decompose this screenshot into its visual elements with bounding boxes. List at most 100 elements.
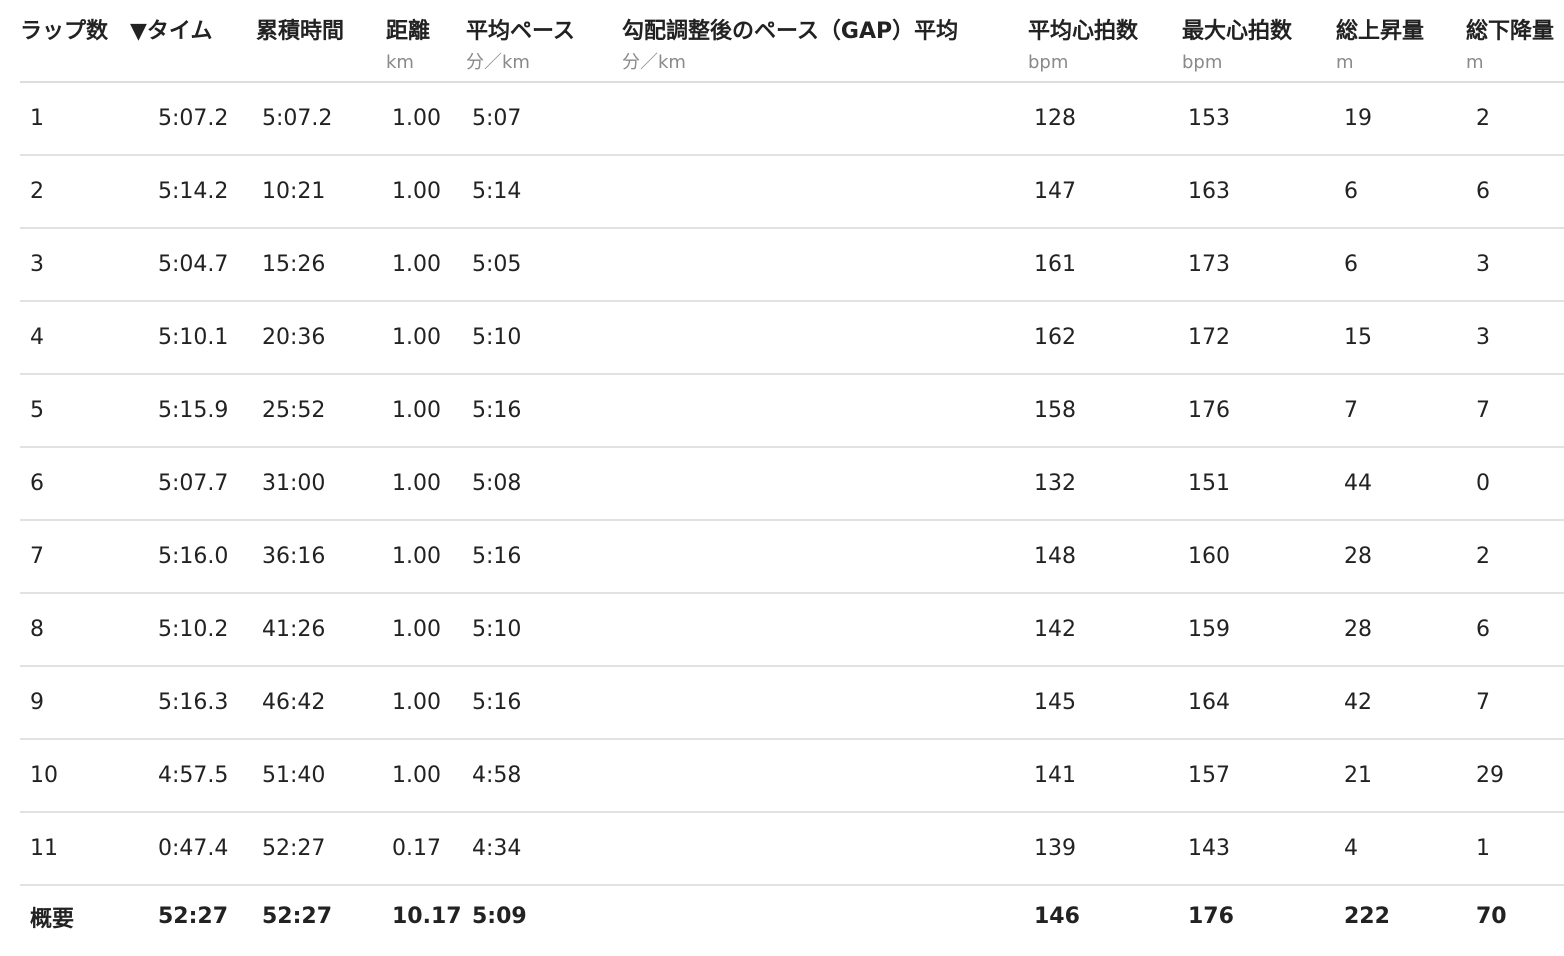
descent-cell: 29 <box>1466 739 1564 813</box>
avg-hr-cell: 148 <box>1028 520 1182 594</box>
avg-hr-cell: 142 <box>1028 593 1182 667</box>
gap-pace-cell <box>622 520 1028 594</box>
column-header-title: 平均ペース <box>466 19 575 44</box>
time-cell: 5:07.7 <box>130 447 256 521</box>
descent-cell: 2 <box>1466 520 1564 594</box>
max-hr-cell: 176 <box>1188 904 1234 929</box>
max-hr-cell: 172 <box>1182 301 1336 375</box>
lap-cell: 概要 <box>30 906 75 932</box>
ascent-cell: 19 <box>1336 82 1466 156</box>
summary-row[interactable]: 概要 52:27 52:27 10.17 5:09 146 176 222 70 <box>20 885 1564 947</box>
gap-pace-cell <box>622 885 1028 947</box>
max-hr-cell: 164 <box>1182 666 1336 740</box>
gap-pace-cell <box>622 447 1028 521</box>
total-time-cell: 51:40 <box>256 739 386 813</box>
distance-cell: 1.00 <box>386 593 466 667</box>
distance-cell: 1.00 <box>386 447 466 521</box>
table-row[interactable]: 9 5:16.3 46:42 1.00 5:16 145 164 42 7 <box>20 666 1564 740</box>
column-header-title: 平均心拍数 <box>1028 19 1139 44</box>
max-hr-cell: 173 <box>1182 228 1336 302</box>
column-header-unit: bpm <box>1028 52 1069 73</box>
lap-cell: 6 <box>20 447 130 521</box>
time-cell: 0:47.4 <box>130 812 256 886</box>
avg-pace-cell: 5:16 <box>466 666 622 740</box>
laps-table: ラップ数 ▼タイム 累積時間 距離 km 平均ペース 分／km 勾配調整後のペース（GAP）平… <box>20 0 1564 947</box>
table-row[interactable]: 3 5:04.7 15:26 1.00 5:05 161 173 6 3 <box>20 228 1564 302</box>
column-header-title: ▼タイム <box>130 19 213 44</box>
ascent-cell: 28 <box>1336 593 1466 667</box>
column-header-title: 最大心拍数 <box>1182 19 1293 44</box>
table-row[interactable]: 1 5:07.2 5:07.2 1.00 5:07 128 153 19 2 <box>20 82 1564 156</box>
table-row[interactable]: 2 5:14.2 10:21 1.00 5:14 147 163 6 6 <box>20 155 1564 229</box>
column-header-total-descent[interactable]: 総下降量 m <box>1466 0 1564 83</box>
table-row[interactable]: 8 5:10.2 41:26 1.00 5:10 142 159 28 6 <box>20 593 1564 667</box>
lap-cell: 3 <box>20 228 130 302</box>
column-header-distance[interactable]: 距離 km <box>386 0 466 83</box>
column-header-avg-hr[interactable]: 平均心拍数 bpm <box>1028 0 1182 83</box>
table-row[interactable]: 11 0:47.4 52:27 0.17 4:34 139 143 4 1 <box>20 812 1564 886</box>
table-row[interactable]: 6 5:07.7 31:00 1.00 5:08 132 151 44 0 <box>20 447 1564 521</box>
avg-pace-cell: 5:16 <box>466 520 622 594</box>
column-header-lap[interactable]: ラップ数 <box>20 0 130 83</box>
distance-cell: 1.00 <box>386 520 466 594</box>
max-hr-cell: 153 <box>1182 82 1336 156</box>
total-time-cell: 46:42 <box>256 666 386 740</box>
gap-pace-cell <box>622 593 1028 667</box>
column-header-unit: m <box>1336 52 1354 73</box>
lap-cell: 4 <box>20 301 130 375</box>
distance-cell: 1.00 <box>386 82 466 156</box>
avg-hr-cell: 161 <box>1028 228 1182 302</box>
avg-hr-cell: 145 <box>1028 666 1182 740</box>
table-row[interactable]: 4 5:10.1 20:36 1.00 5:10 162 172 15 3 <box>20 301 1564 375</box>
avg-hr-cell: 147 <box>1028 155 1182 229</box>
ascent-cell: 15 <box>1336 301 1466 375</box>
time-cell: 5:10.2 <box>130 593 256 667</box>
ascent-cell: 44 <box>1336 447 1466 521</box>
avg-pace-cell: 5:07 <box>466 82 622 156</box>
ascent-cell: 4 <box>1336 812 1466 886</box>
avg-hr-cell: 158 <box>1028 374 1182 448</box>
lap-cell: 11 <box>20 812 130 886</box>
lap-cell: 2 <box>20 155 130 229</box>
descent-cell: 0 <box>1466 447 1564 521</box>
ascent-cell: 222 <box>1344 904 1390 929</box>
time-cell: 5:16.3 <box>130 666 256 740</box>
column-header-time[interactable]: ▼タイム <box>130 0 256 83</box>
descent-cell: 70 <box>1476 904 1507 929</box>
table-row[interactable]: 10 4:57.5 51:40 1.00 4:58 141 157 21 29 <box>20 739 1564 813</box>
avg-pace-cell: 5:08 <box>466 447 622 521</box>
avg-hr-cell: 139 <box>1028 812 1182 886</box>
avg-hr-cell: 162 <box>1028 301 1182 375</box>
table-row[interactable]: 7 5:16.0 36:16 1.00 5:16 148 160 28 2 <box>20 520 1564 594</box>
column-header-total[interactable]: 累積時間 <box>256 0 386 83</box>
descent-cell: 6 <box>1466 593 1564 667</box>
column-header-gap-pace[interactable]: 勾配調整後のペース（GAP）平均 分／km <box>622 0 1028 83</box>
distance-cell: 1.00 <box>386 301 466 375</box>
total-time-cell: 25:52 <box>256 374 386 448</box>
distance-cell: 1.00 <box>386 155 466 229</box>
table-row[interactable]: 5 5:15.9 25:52 1.00 5:16 158 176 7 7 <box>20 374 1564 448</box>
laps-table-container: ラップ数 ▼タイム 累積時間 距離 km 平均ペース 分／km 勾配調整後のペース（GAP）平… <box>20 0 1564 947</box>
table-body: 1 5:07.2 5:07.2 1.00 5:07 128 153 19 2 2 5:14.2 10:… <box>20 82 1564 947</box>
column-header-title: 勾配調整後のペース（GAP）平均 <box>622 19 959 44</box>
column-header-title: 総下降量 <box>1466 19 1555 44</box>
lap-cell: 7 <box>20 520 130 594</box>
column-header-title: 累積時間 <box>256 19 345 44</box>
column-header-avg-pace[interactable]: 平均ペース 分／km <box>466 0 622 83</box>
distance-cell: 1.00 <box>386 228 466 302</box>
column-header-total-ascent[interactable]: 総上昇量 m <box>1336 0 1466 83</box>
max-hr-cell: 176 <box>1182 374 1336 448</box>
avg-pace-cell: 5:10 <box>466 301 622 375</box>
gap-pace-cell <box>622 228 1028 302</box>
time-cell: 5:04.7 <box>130 228 256 302</box>
avg-hr-cell: 128 <box>1028 82 1182 156</box>
avg-pace-cell: 4:34 <box>466 812 622 886</box>
column-header-max-hr[interactable]: 最大心拍数 bpm <box>1182 0 1336 83</box>
gap-pace-cell <box>622 374 1028 448</box>
time-cell: 52:27 <box>158 904 229 929</box>
lap-cell: 9 <box>20 666 130 740</box>
column-header-unit: bpm <box>1182 52 1223 73</box>
header-row: ラップ数 ▼タイム 累積時間 距離 km 平均ペース 分／km 勾配調整後のペース（GAP）平… <box>20 0 1564 83</box>
distance-cell: 1.00 <box>386 739 466 813</box>
max-hr-cell: 143 <box>1182 812 1336 886</box>
